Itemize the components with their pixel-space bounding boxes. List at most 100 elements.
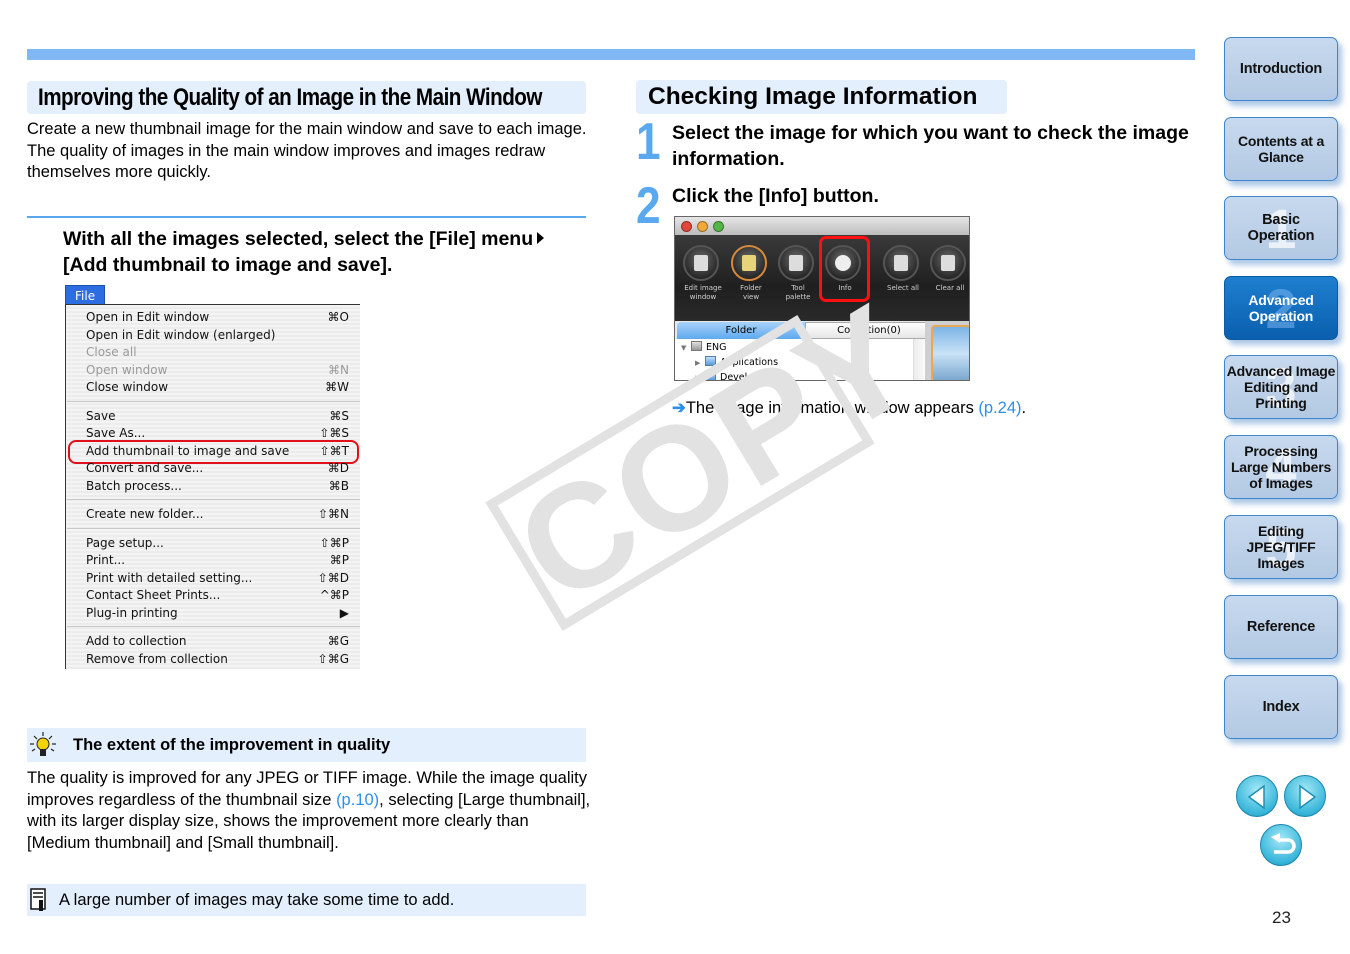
folder-tree: ▼ENG▶Applications▶Developer▶Photo — [675, 339, 925, 381]
nav-label: Contents at a Glance — [1237, 133, 1325, 165]
note-text: A large number of images may take some t… — [59, 891, 455, 909]
nav-advanced-image-editing-and-printing[interactable]: 3 Advanced Image Editing and Printing — [1224, 355, 1338, 419]
tool-palette-button[interactable] — [778, 245, 814, 281]
menu-item-label: Close window — [86, 380, 169, 394]
menu-item: Open window ⌘N — [86, 362, 351, 380]
nav-label: Introduction — [1239, 61, 1323, 77]
step-text: Select the image for which you want to c… — [672, 122, 1189, 170]
folder-icon — [705, 356, 716, 366]
disclosure-expanded-icon[interactable]: ▼ — [681, 341, 691, 356]
menu-item-shortcut: ⌘O — [327, 310, 349, 324]
nav-label: Processing Large Numbers of Images — [1230, 443, 1332, 491]
folder-view-icon — [742, 255, 756, 271]
menu-item[interactable]: Create new folder... ⇧⌘N — [86, 506, 351, 524]
menu-item-label: Open in Edit window (enlarged) — [86, 327, 276, 342]
menu-item[interactable]: Open in Edit window ⌘O — [86, 309, 351, 327]
menu-item-shortcut: ⇧⌘P — [319, 535, 349, 550]
return-button[interactable] — [1260, 824, 1302, 866]
menu-item-label: Print with detailed setting... — [86, 570, 253, 585]
step-text: Click the [Info] button. — [672, 185, 879, 207]
nav-editing-jpeg-tiff-images[interactable]: 5 Editing JPEG/TIFF Images — [1224, 515, 1338, 579]
previous-page-button[interactable] — [1236, 775, 1278, 817]
zoom-window-icon[interactable] — [713, 221, 724, 232]
tree-item-label: Applications — [720, 357, 779, 368]
tree-item[interactable]: ▶ Developer — [695, 370, 769, 381]
menu-item[interactable]: Save ⌘S — [86, 408, 351, 426]
menu-item-label: Save — [86, 408, 116, 423]
section-title-text: Improving the Quality of an Image in the… — [38, 84, 542, 111]
instruction-part1: With all the images selected, select the… — [63, 228, 534, 250]
tree-scrollbar[interactable] — [913, 339, 925, 380]
menu-item[interactable]: Close window ⌘W — [86, 379, 351, 397]
edit-image-button[interactable] — [683, 245, 719, 281]
file-menu-title[interactable]: File — [65, 285, 105, 305]
tab-folder[interactable]: Folder — [677, 322, 805, 339]
page-link-p24[interactable]: (p.24) — [978, 399, 1021, 417]
menu-item-label: Page setup... — [86, 535, 164, 550]
close-window-icon[interactable] — [681, 221, 692, 232]
app-window-screenshot: Edit image window Folder view Tool palette Inf… — [674, 216, 970, 381]
menu-item[interactable]: Plug-in printing ▶ — [86, 605, 351, 623]
divider — [27, 216, 586, 218]
hint-box: The extent of the improvement in quality — [27, 728, 586, 762]
toolbar-label-line: Select all — [887, 284, 919, 292]
menu-item[interactable]: Print with detailed setting... ⇧⌘D — [86, 570, 351, 588]
menu-item[interactable]: Print... ⌘P — [86, 552, 351, 570]
result-period: . — [1021, 399, 1027, 417]
nav-label: Editing JPEG/TIFF Images — [1246, 523, 1316, 571]
menu-item-shortcut: ⌘S — [329, 408, 349, 423]
next-page-button[interactable] — [1284, 775, 1326, 817]
menu-item-label: Open in Edit window — [86, 310, 210, 324]
nav-index[interactable]: Index — [1224, 675, 1338, 739]
menu-item-shortcut: ▶ — [339, 605, 349, 620]
result-line: The image information window appears — [685, 399, 979, 417]
menu-item[interactable]: Page setup... ⇧⌘P — [86, 535, 351, 553]
tree-item[interactable]: ▶ Applications — [695, 355, 778, 370]
select-all-button[interactable] — [883, 245, 919, 281]
menu-item-shortcut: ^⌘P — [319, 588, 349, 602]
file-menu-screenshot: File Open in Edit window ⌘O Open in Edit w… — [65, 285, 360, 669]
page-link-p10[interactable]: (p.10) — [336, 791, 379, 809]
menu-item-shortcut: ⇧⌘D — [317, 570, 349, 585]
menu-item[interactable]: Open in Edit window (enlarged) — [86, 327, 351, 345]
hint-body: The quality is improved for any JPEG or … — [27, 768, 592, 854]
nav-advanced-operation[interactable]: 2 Advanced Operation — [1224, 276, 1338, 340]
previous-page-icon — [1247, 784, 1265, 810]
nav-label: Basic Operation — [1247, 212, 1315, 244]
tab-collection[interactable]: Collection(0) — [805, 322, 933, 339]
result-text: ➔The image information window appears (p… — [672, 397, 1026, 419]
menu-item-label: Convert and save... — [86, 461, 204, 475]
folder-view-button[interactable] — [731, 245, 767, 281]
disclosure-collapsed-icon[interactable]: ▶ — [695, 371, 705, 380]
folder-icon — [705, 371, 716, 380]
menu-item-label: Plug-in printing — [86, 605, 178, 620]
clear-all-button[interactable] — [930, 245, 966, 281]
drive-icon — [691, 341, 702, 351]
result-arrow-icon: ➔ — [672, 399, 686, 417]
menu-item[interactable]: Convert and save... ⌘D — [86, 460, 351, 478]
menu-item[interactable]: Batch process... ⌘B — [86, 478, 351, 496]
toolbar-label-line: window — [689, 293, 717, 301]
toolbar-label: Folder view — [726, 284, 776, 302]
nav-basic-operation[interactable]: 1 Basic Operation — [1224, 196, 1338, 260]
image-thumbnail[interactable] — [931, 325, 969, 380]
note-box: A large number of images may take some t… — [27, 884, 586, 916]
menu-item[interactable]: Add to collection ⌘G — [86, 633, 351, 651]
disclosure-collapsed-icon[interactable]: ▶ — [695, 356, 705, 371]
menu-item[interactable]: Remove from collection ⇧⌘G — [86, 651, 351, 669]
nav-introduction[interactable]: Introduction — [1224, 37, 1338, 101]
menu-item[interactable]: Contact Sheet Prints... ^⌘P — [86, 587, 351, 605]
file-menu-body: Open in Edit window ⌘O Open in Edit window… — [65, 304, 360, 669]
toolbar-label-line: palette — [785, 293, 811, 301]
menu-item-shortcut: ⇧⌘N — [317, 507, 349, 521]
menu-item-label: Create new folder... — [86, 507, 204, 521]
toolbar-label-line: view — [742, 293, 760, 301]
nav-processing-large-numbers-of-images[interactable]: 4 Processing Large Numbers of Images — [1224, 435, 1338, 499]
tree-item-label: Developer — [720, 372, 769, 381]
tree-item[interactable]: ▼ ENG — [681, 340, 726, 355]
nav-label: Advanced Operation — [1248, 292, 1314, 324]
nav-contents-at-a-glance[interactable]: Contents at a Glance — [1224, 117, 1338, 181]
minimize-window-icon[interactable] — [697, 221, 708, 232]
intro-text: Create a new thumbnail image for the mai… — [27, 119, 587, 184]
nav-reference[interactable]: Reference — [1224, 595, 1338, 659]
